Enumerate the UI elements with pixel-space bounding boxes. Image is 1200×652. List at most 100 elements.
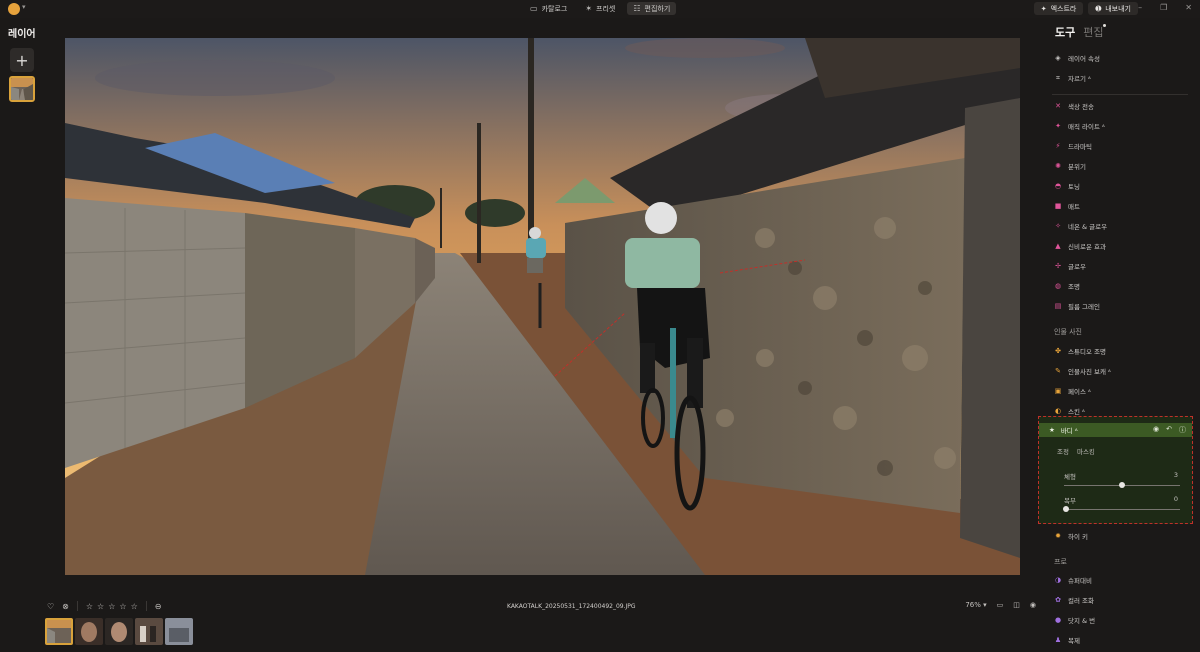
tool-high-key[interactable]: ✹ 하이 키: [1054, 530, 1088, 542]
tool-label: 페이스 ᴬ: [1068, 388, 1091, 396]
film-thumb-image: [47, 620, 71, 643]
filmstrip-toggle-icon[interactable]: ▭: [997, 601, 1004, 609]
zoom-select[interactable]: 76% ▾: [965, 601, 986, 609]
film-thumb[interactable]: [135, 618, 163, 645]
tool-film-grain[interactable]: ▤ 필름 그레인: [1054, 300, 1100, 312]
tool-face[interactable]: ▣ 페이스 ᴬ: [1054, 385, 1091, 397]
star-icon[interactable]: ☆: [119, 602, 126, 611]
minimize-icon[interactable]: –: [1138, 3, 1142, 12]
tool-glow[interactable]: ✢ 글로우: [1054, 260, 1086, 272]
tool-studio-light[interactable]: ✤ 스튜디오 조명: [1054, 345, 1106, 357]
film-thumb[interactable]: [75, 618, 103, 645]
subtab-mask[interactable]: 마스킹: [1077, 446, 1095, 456]
tool-dramatic[interactable]: ⚡ 드라마틱: [1054, 140, 1092, 152]
tool-label: 토닝: [1068, 183, 1080, 191]
reset-icon[interactable]: ↶: [1166, 425, 1172, 435]
maximize-icon[interactable]: ❐: [1160, 3, 1167, 12]
tool-mood[interactable]: ✺ 분위기: [1054, 160, 1086, 172]
mode-edit-button[interactable]: ☷ 편집하기: [627, 2, 677, 15]
tool-magic-light[interactable]: ✦ 매직 라이트 ᴬ: [1054, 120, 1105, 132]
photo-image: [65, 38, 1020, 575]
tab-edit[interactable]: 편집: [1083, 24, 1103, 40]
skin-icon: ◐: [1054, 407, 1062, 415]
divider: [145, 601, 147, 611]
body-tool-label: 바디 ᴬ: [1060, 427, 1078, 435]
tool-clone[interactable]: ♟ 복제: [1054, 634, 1080, 646]
tool-crop[interactable]: ⌗ 자르기 ᴬ: [1054, 72, 1091, 84]
film-thumb-image: [105, 618, 133, 645]
layer-thumbnail-image: [11, 78, 33, 100]
belly-slider-knob[interactable]: [1063, 506, 1069, 512]
reject-icon[interactable]: ⊗: [62, 602, 69, 611]
add-layer-button[interactable]: +: [10, 48, 34, 72]
pro-section-label: 프로: [1054, 558, 1067, 566]
supercontrast-icon: ◑: [1054, 576, 1062, 584]
tool-toning[interactable]: ◓ 토닝: [1054, 180, 1080, 192]
minus-circle-icon[interactable]: ⊖: [155, 602, 162, 611]
shape-slider-knob[interactable]: [1119, 482, 1125, 488]
tool-lighting[interactable]: ◍ 조명: [1054, 280, 1080, 292]
belly-slider[interactable]: [1063, 506, 1180, 512]
tool-dodge-burn[interactable]: ● 닷지 & 번: [1054, 614, 1095, 626]
file-name: KAKAOTALK_20250531_172400492_09.JPG: [507, 603, 636, 610]
eye-icon[interactable]: ◉: [1153, 425, 1159, 435]
tool-label: 자르기 ᴬ: [1068, 75, 1091, 83]
close-icon[interactable]: ✕: [1185, 3, 1192, 12]
subtab-adjust[interactable]: 조정: [1057, 446, 1069, 456]
studio-light-icon: ✤: [1055, 347, 1061, 355]
film-thumb[interactable]: [105, 618, 133, 645]
photo-canvas[interactable]: [65, 38, 1020, 575]
export-button[interactable]: ➊ 내보내기: [1088, 2, 1138, 15]
film-thumb[interactable]: [165, 618, 193, 645]
mode-catalog-button[interactable]: ▭ 카탈로그: [524, 2, 573, 15]
film-thumb[interactable]: [45, 618, 73, 645]
star-icon[interactable]: ☆: [97, 602, 104, 611]
clone-icon: ♟: [1054, 636, 1062, 644]
mode-preset-button[interactable]: ✶ 프리셋: [579, 2, 621, 15]
tool-label: 슈퍼대비: [1068, 577, 1092, 585]
tool-label: 조명: [1068, 283, 1080, 291]
extras-button[interactable]: ✦ 엑스트라: [1033, 2, 1084, 15]
top-actions: ✦ 엑스트라 ➊ 내보내기: [1033, 2, 1138, 15]
compare-icon[interactable]: ◫: [1013, 601, 1020, 609]
tool-color-harmony[interactable]: ✿ 컬러 조화: [1054, 594, 1094, 606]
tool-layer-properties[interactable]: ◈ 레이어 속성: [1054, 52, 1100, 64]
tool-label: 복제: [1068, 637, 1080, 645]
glow-icon: ✢: [1055, 262, 1061, 270]
tool-label: 레이어 속성: [1068, 55, 1100, 63]
shape-slider-label: 체형: [1064, 473, 1076, 481]
tab-tools[interactable]: 도구: [1055, 24, 1075, 40]
tool-label: 필름 그레인: [1068, 303, 1100, 311]
preview-eye-icon[interactable]: ◉: [1030, 601, 1036, 609]
tool-color-transfer[interactable]: ✕ 색상 전송: [1054, 100, 1094, 112]
star-icon[interactable]: ☆: [108, 602, 115, 611]
tool-label: 인물사진 보캐 ᴬ: [1068, 368, 1111, 376]
body-tool-header[interactable]: ★ 바디 ᴬ ◉ ↶ ⓘ: [1039, 423, 1192, 437]
info-icon[interactable]: ⓘ: [1179, 425, 1186, 435]
sparkle-icon: ✦: [1040, 4, 1047, 13]
film-thumb-image: [135, 618, 163, 645]
tool-matte[interactable]: ■ 매트: [1054, 200, 1080, 212]
dramatic-icon: ⚡: [1055, 142, 1061, 150]
panel-tabs: 도구 편집: [1055, 24, 1104, 40]
toning-icon: ◓: [1054, 182, 1062, 190]
divider: [1052, 94, 1188, 95]
tool-portrait-bokeh[interactable]: ✎ 인물사진 보캐 ᴬ: [1054, 365, 1111, 377]
star-icon: ★: [1049, 426, 1055, 434]
layer-thumbnail[interactable]: [9, 76, 35, 102]
belly-slider-value: 0: [1173, 495, 1178, 503]
shape-slider[interactable]: [1064, 482, 1180, 488]
app-menu-chevron-icon[interactable]: ▾: [22, 3, 26, 11]
tool-label: 신비로운 효과: [1068, 243, 1106, 251]
tool-label: 매트: [1068, 203, 1080, 211]
star-icon[interactable]: ☆: [86, 602, 93, 611]
lighting-icon: ◍: [1054, 282, 1062, 290]
heart-icon[interactable]: ♡: [47, 602, 54, 611]
tool-mystical[interactable]: ▲ 신비로운 효과: [1054, 240, 1106, 252]
tool-supercontrast[interactable]: ◑ 슈퍼대비: [1054, 574, 1092, 586]
mood-icon: ✺: [1055, 162, 1061, 170]
app-logo[interactable]: [8, 3, 20, 15]
star-icon[interactable]: ☆: [131, 602, 138, 611]
tool-neon-glow[interactable]: ✧ 네온 & 글로우: [1054, 220, 1107, 232]
extras-label: 엑스트라: [1050, 4, 1077, 13]
